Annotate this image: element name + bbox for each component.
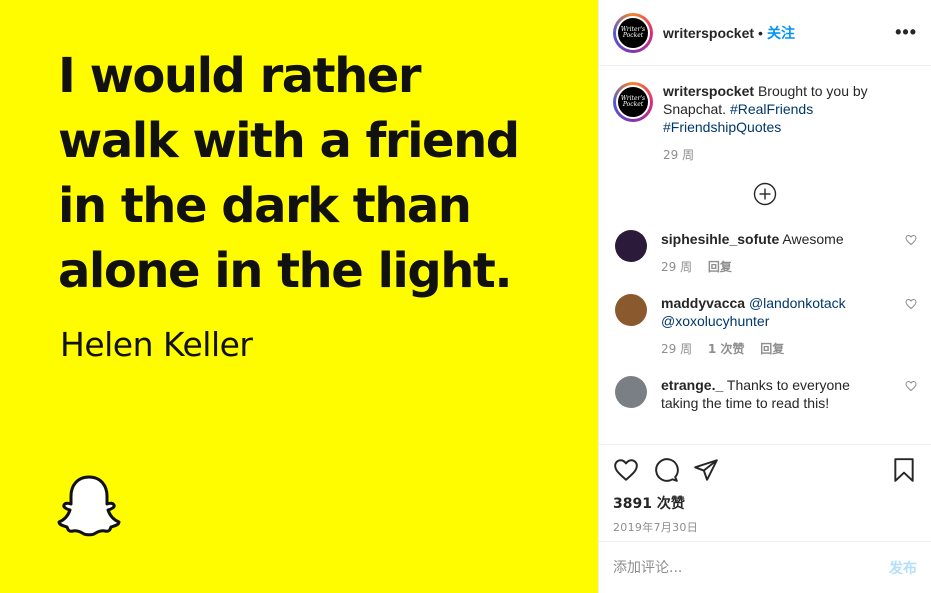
post-date[interactable]: 2019年7月30日 <box>613 519 917 535</box>
comment-username[interactable]: etrange._ <box>661 377 723 393</box>
comments-list[interactable]: Writer's Pocket writerspocket Brought to… <box>599 66 931 444</box>
comment-body: maddyvacca @landonkotack @xoxolucyhunter… <box>661 294 891 358</box>
comment-avatar[interactable] <box>615 230 647 262</box>
comment-avatar[interactable] <box>615 294 647 326</box>
comment-avatar[interactable] <box>615 376 647 408</box>
post-side-panel: Writer's Pocket writerspocket • 关注 ••• W… <box>598 0 931 593</box>
quote-line: I would rather <box>58 48 422 104</box>
comment-likes[interactable]: 1 次赞 <box>708 342 745 356</box>
comment-item: etrange._ Thanks to everyone taking the … <box>613 376 917 412</box>
comment-item: siphesihle_sofute Awesome 29 周 回复 <box>613 230 917 276</box>
post-image[interactable]: I would rather walk with a friend in the… <box>0 0 598 593</box>
bookmark-icon[interactable] <box>891 457 917 483</box>
comment-username[interactable]: maddyvacca <box>661 295 745 311</box>
comment-username[interactable]: siphesihle_sofute <box>661 231 779 247</box>
quote-line: alone in the light. <box>58 243 513 299</box>
comment-meta: 29 周 1 次赞 回复 <box>661 340 891 358</box>
comment-text: Awesome <box>782 231 844 247</box>
quote-line: walk with a friend <box>58 113 520 169</box>
comment-body: siphesihle_sofute Awesome 29 周 回复 <box>661 230 891 276</box>
quote-line: in the dark than <box>58 178 472 234</box>
avatar-image: Writer's Pocket <box>616 15 650 50</box>
comment-body: etrange._ Thanks to everyone taking the … <box>661 376 891 412</box>
follow-button[interactable]: 关注 <box>767 23 795 43</box>
comment-meta: 29 周 回复 <box>661 258 891 276</box>
caption-time[interactable]: 29 周 <box>663 148 694 162</box>
comment-icon[interactable] <box>653 457 679 483</box>
quote-author: Helen Keller <box>60 325 253 364</box>
hashtag-link[interactable]: #FriendshipQuotes <box>663 119 781 135</box>
comment-time[interactable]: 29 周 <box>661 342 692 356</box>
header-separator: • <box>758 24 763 41</box>
post-header: Writer's Pocket writerspocket • 关注 ••• <box>599 0 931 66</box>
plus-circle-icon[interactable] <box>753 182 777 206</box>
like-comment-heart-icon[interactable] <box>905 298 917 310</box>
comment-time[interactable]: 29 周 <box>661 260 692 274</box>
likes-count[interactable]: 3891 次赞 <box>613 493 917 513</box>
snapchat-ghost-icon <box>57 475 121 537</box>
comment-reply-button[interactable]: 回复 <box>708 260 732 274</box>
comment-item: maddyvacca @landonkotack @xoxolucyhunter… <box>613 294 917 358</box>
avatar-image: Writer's Pocket <box>616 85 650 119</box>
load-more-comments[interactable] <box>613 182 917 206</box>
post-comment-button[interactable]: 发布 <box>889 558 917 578</box>
quote-text: I would rather walk with a friend in the… <box>58 44 578 304</box>
action-bar <box>613 445 917 495</box>
like-comment-heart-icon[interactable] <box>905 234 917 246</box>
add-comment-input[interactable] <box>613 559 889 576</box>
like-comment-heart-icon[interactable] <box>905 380 917 392</box>
caption-meta: 29 周 <box>663 146 903 164</box>
heart-icon[interactable] <box>613 457 639 483</box>
header-username[interactable]: writerspocket <box>663 25 754 41</box>
avatar[interactable]: Writer's Pocket <box>613 12 653 53</box>
caption-username[interactable]: writerspocket <box>663 83 754 99</box>
comment-reply-button[interactable]: 回复 <box>760 342 784 356</box>
more-options-icon[interactable]: ••• <box>895 22 917 43</box>
post-actions: 3891 次赞 2019年7月30日 发布 <box>599 444 931 593</box>
share-icon[interactable] <box>693 457 719 483</box>
add-comment-bar: 发布 <box>599 541 931 593</box>
caption-text: writerspocket Brought to you by Snapchat… <box>663 82 903 164</box>
caption-avatar[interactable]: Writer's Pocket <box>613 82 653 122</box>
caption: Writer's Pocket writerspocket Brought to… <box>613 82 917 164</box>
hashtag-link[interactable]: #RealFriends <box>730 101 813 117</box>
